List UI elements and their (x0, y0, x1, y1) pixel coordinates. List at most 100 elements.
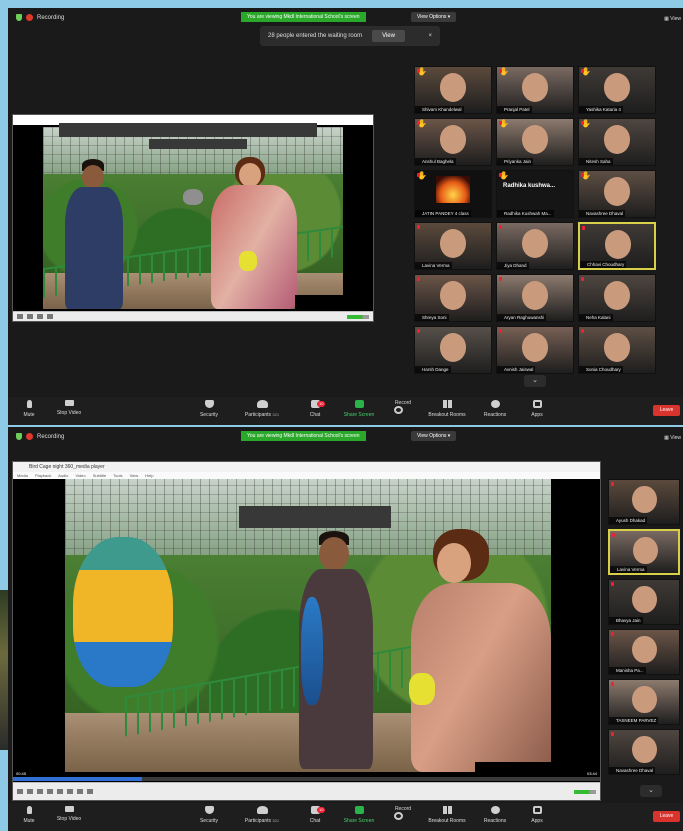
shuffle-icon[interactable] (87, 789, 93, 794)
view-options-button[interactable]: View Options ▾ (411, 12, 457, 22)
notification-text: 28 people entered the waiting room (268, 33, 363, 39)
fullscreen-icon[interactable] (57, 789, 63, 794)
participant-gallery: Ayush Dhakad Lavina Verma Bhavya Jain Manis… (608, 479, 683, 779)
apps-button[interactable]: Apps (520, 806, 554, 824)
participant-name: Manisha Pa... (609, 667, 646, 674)
muted-mic-icon (499, 277, 502, 281)
participant-tile[interactable]: Lavina Verma (414, 222, 492, 270)
face-icon (632, 685, 657, 714)
media-player-window: Bird Cage night 360_media player Media P… (12, 461, 601, 801)
participant-tile[interactable]: Navashree Dhaval (608, 729, 680, 775)
participant-tile[interactable]: ✋ Shivam Khandelwal (414, 66, 492, 114)
notification-view-button[interactable]: View (372, 30, 405, 42)
reactions-icon (490, 400, 500, 408)
volume-slider[interactable] (574, 789, 596, 794)
stop-video-button[interactable]: Stop Video (52, 806, 86, 822)
participant-tile[interactable]: Bhavya Jain (608, 579, 680, 625)
participant-tile[interactable]: Shreya Soni (414, 274, 492, 322)
prev-icon[interactable] (27, 314, 33, 319)
video-frame[interactable] (43, 127, 343, 309)
player-title: Bird Cage night 360_media player (13, 462, 600, 472)
reactions-button[interactable]: Reactions (478, 806, 512, 824)
participant-tile[interactable]: ✋ Yashika Kataria 4 (578, 66, 656, 114)
participants-button[interactable]: Participants 321 (240, 400, 284, 418)
fire-image (436, 175, 470, 204)
gallery-chevron-down-icon[interactable]: ⌄ (640, 785, 662, 797)
recording-indicator[interactable]: Recording (16, 14, 64, 21)
stop-icon[interactable] (37, 789, 43, 794)
participant-tile[interactable]: ✋ Pranjal Patel (496, 66, 574, 114)
gallery-chevron-down-icon[interactable]: ⌄ (524, 375, 546, 387)
security-button[interactable]: Security (192, 400, 226, 418)
participants-button[interactable]: Participants 321 (240, 806, 284, 824)
participant-name: Bhavya Jain (609, 617, 643, 624)
participant-tile[interactable]: Aryan Raghuwanshi (496, 274, 574, 322)
leave-button[interactable]: Leave (653, 405, 680, 416)
player-menu[interactable]: Media Playback Audio Video Subtitle Tool… (13, 472, 600, 479)
stop-icon[interactable] (37, 314, 43, 319)
breakout-rooms-button[interactable]: Breakout Rooms (424, 806, 470, 824)
mute-button[interactable]: Mute (12, 806, 46, 824)
leave-button[interactable]: Leave (653, 811, 680, 822)
muted-mic-icon (611, 682, 614, 686)
face-icon (632, 635, 657, 664)
participant-tile[interactable]: Sonia Choudhary (578, 326, 656, 374)
participant-tile[interactable]: ✋ Priyanka Jain (496, 118, 574, 166)
shield-icon (204, 400, 214, 408)
participant-tile[interactable]: Manisha Pa... (608, 629, 680, 675)
record-button[interactable]: Record (386, 400, 420, 414)
view-button[interactable]: ▦ View (664, 435, 681, 441)
chat-button[interactable]: 10 Chat (298, 400, 332, 418)
participant-tile[interactable]: ✋ Anshul Baghela (414, 118, 492, 166)
share-screen-button[interactable]: Share Screen (340, 806, 378, 824)
next-icon[interactable] (47, 789, 53, 794)
record-icon (394, 812, 403, 820)
muted-mic-icon (612, 533, 615, 537)
participant-name: Yashika Kataria 4 (579, 106, 623, 113)
volume-slider[interactable] (347, 314, 369, 319)
woman-figure (193, 157, 303, 309)
participant-tile[interactable]: Ayush Dhakad (608, 479, 680, 525)
participant-tile[interactable]: Neha Kalani (578, 274, 656, 322)
muted-mic-icon (581, 69, 584, 73)
pause-icon[interactable] (17, 789, 23, 794)
player-controls (13, 782, 600, 800)
participant-tile[interactable]: Jiya Dhand (496, 222, 574, 270)
seek-bar[interactable] (13, 777, 600, 781)
mute-button[interactable]: Mute (12, 400, 46, 418)
participant-tile[interactable]: ✋ Navashree Dhaval (578, 170, 656, 218)
participant-tile[interactable]: Harsh Dange (414, 326, 492, 374)
meeting-topbar: Recording You are viewing Mkdl Internati… (8, 427, 683, 449)
stop-video-button[interactable]: Stop Video (52, 400, 86, 416)
view-button[interactable]: ▦ View (664, 16, 681, 22)
participant-tile[interactable]: Avnish Jaiswal (496, 326, 574, 374)
participant-tile[interactable]: Lavina Verma (608, 529, 680, 575)
chat-button[interactable]: 10 Chat (298, 806, 332, 824)
face-icon (439, 72, 467, 102)
loop-icon[interactable] (77, 789, 83, 794)
next-icon[interactable] (47, 314, 53, 319)
breakout-rooms-button[interactable]: Breakout Rooms (424, 400, 470, 418)
man-figure (65, 157, 125, 309)
participant-tile[interactable]: ✋ Nitesh Saha (578, 118, 656, 166)
play-icon[interactable] (17, 314, 23, 319)
recording-indicator[interactable]: Recording (16, 433, 64, 440)
participant-tile[interactable]: TASNEEM PARVEZ (608, 679, 680, 725)
participant-tile[interactable]: Radhika kushwa... ✋ Radhika Kushwah Ma... (496, 170, 574, 218)
reactions-button[interactable]: Reactions (478, 400, 512, 418)
security-button[interactable]: Security (192, 806, 226, 824)
playlist-icon[interactable] (67, 789, 73, 794)
apps-button[interactable]: Apps (520, 400, 554, 418)
participant-tile[interactable]: Chhavi Choudhary (578, 222, 656, 270)
record-icon (394, 406, 403, 414)
muted-mic-icon (499, 121, 502, 125)
participant-tile[interactable]: ✋ JATIN PANDEY 4 class (414, 170, 492, 218)
close-icon[interactable]: × (428, 33, 432, 39)
prev-icon[interactable] (27, 789, 33, 794)
meeting-toolbar: Mute Stop Video Security Participants 32… (8, 803, 683, 831)
record-button[interactable]: Record (386, 806, 420, 820)
view-options-button[interactable]: View Options ▾ (411, 431, 457, 441)
share-screen-button[interactable]: Share Screen (340, 400, 378, 418)
camera-icon (64, 806, 74, 812)
participant-name: Navashree Dhaval (579, 210, 626, 217)
